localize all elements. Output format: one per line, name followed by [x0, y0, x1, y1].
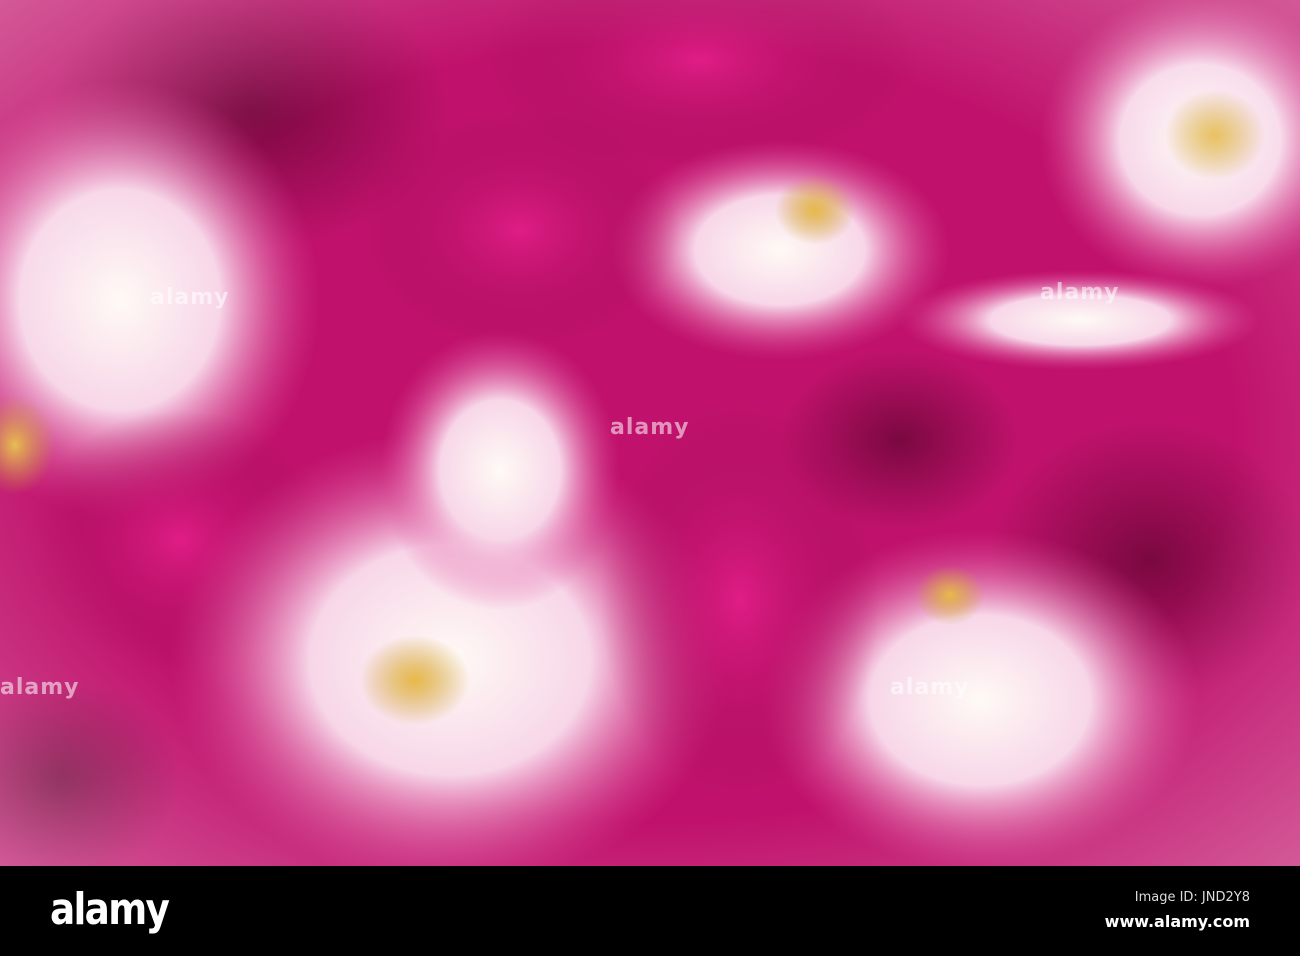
alamy-logo: alamy: [50, 884, 170, 935]
watermark-text: alamy: [0, 675, 80, 700]
image-id: Image ID: JND2Y8: [1134, 890, 1250, 905]
site-url: www.alamy.com: [1104, 912, 1250, 931]
watermark-text: alamy: [890, 675, 970, 700]
watermark-text: alamy: [1040, 280, 1120, 305]
watermark-footer: alamy Image ID: JND2Y8 www.alamy.com: [0, 866, 1300, 956]
flower-photo: alamy alamy alamy alamy alamy: [0, 0, 1300, 866]
watermark-text: alamy: [610, 415, 690, 440]
watermark-text: alamy: [150, 285, 230, 310]
